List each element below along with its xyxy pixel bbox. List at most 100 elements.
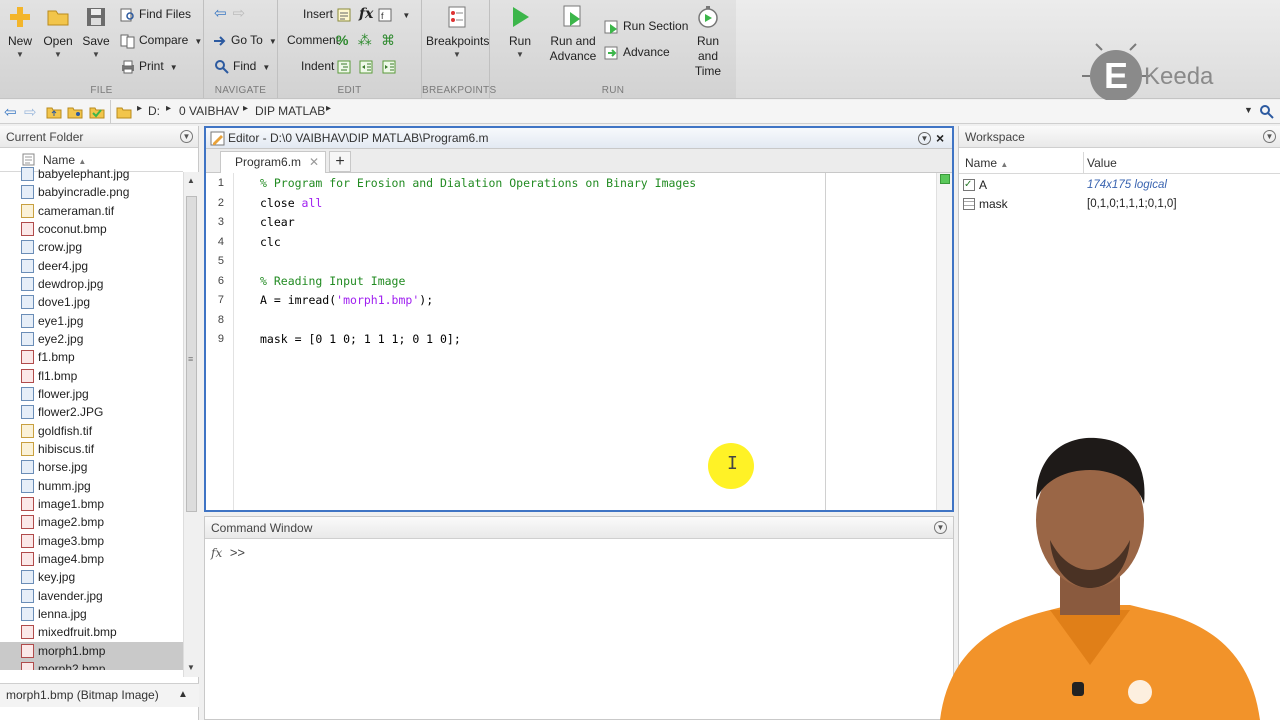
forward-arrow-icon[interactable]: ⇨ xyxy=(24,103,37,121)
scroll-down-icon[interactable]: ▼ xyxy=(187,663,195,672)
uncomment-icon[interactable]: ⁂ xyxy=(358,32,372,48)
comment-tools[interactable]: % ⁂ ⌘ xyxy=(336,30,395,50)
command-prompt[interactable]: fx >> xyxy=(211,545,245,560)
file-list-item[interactable]: eye1.jpg xyxy=(0,312,183,330)
file-list-item[interactable]: morph1.bmp xyxy=(0,641,183,660)
file-list-item[interactable]: mixedfruit.bmp xyxy=(0,623,183,641)
column-divider[interactable] xyxy=(1083,152,1084,174)
breadcrumb-drive[interactable]: D: xyxy=(148,104,160,118)
tab-program6[interactable]: Program6.m ✕ xyxy=(220,151,326,173)
function-icon[interactable]: fx xyxy=(359,6,373,22)
search-icon[interactable] xyxy=(1259,104,1275,120)
file-name: morph2.bmp xyxy=(38,661,106,670)
save-button[interactable]: Save ▼ xyxy=(80,4,112,59)
file-list-item[interactable]: humm.jpg xyxy=(0,477,183,495)
percent-icon[interactable]: % xyxy=(336,32,348,48)
code-line[interactable]: 3 clear xyxy=(206,213,816,233)
file-list-item[interactable]: crow.jpg xyxy=(0,238,183,256)
code-area[interactable]: 1 % Program for Erosion and Dialation Ope… xyxy=(206,173,952,510)
file-list-scrollbar[interactable]: ▲ ≡ ▼ xyxy=(183,172,199,677)
increase-indent-icon[interactable] xyxy=(358,59,374,75)
browse-folder-icon[interactable] xyxy=(67,104,83,120)
indent-tools[interactable] xyxy=(336,56,400,76)
file-list-item[interactable]: deer4.jpg xyxy=(0,257,183,275)
comment-button[interactable]: Comment xyxy=(287,30,339,50)
file-list-item[interactable]: cameraman.tif xyxy=(0,202,183,220)
decrease-indent-icon[interactable] xyxy=(381,59,397,75)
insert-function-icon[interactable]: f xyxy=(377,7,393,23)
command-window[interactable]: Command Window ▼ fx >> xyxy=(204,516,954,720)
file-list-item[interactable]: key.jpg xyxy=(0,568,183,586)
search-folder-icon[interactable] xyxy=(89,104,105,120)
scroll-up-icon[interactable]: ▲ xyxy=(187,176,195,185)
insert-button[interactable]: Insert xyxy=(303,4,333,24)
file-list-item[interactable]: flower.jpg xyxy=(0,385,183,403)
file-list-item[interactable]: babyelephant.jpg xyxy=(0,165,183,183)
smart-indent-icon[interactable] xyxy=(336,59,352,75)
print-button[interactable]: Print ▼ xyxy=(120,56,178,76)
go-to-button[interactable]: Go To ▼ xyxy=(212,30,277,50)
close-icon[interactable]: × xyxy=(936,128,944,149)
code-line[interactable]: 7 A = imread('morph1.bmp'); xyxy=(206,291,816,311)
code-line[interactable]: 5 xyxy=(206,252,816,272)
file-list-item[interactable]: fl1.bmp xyxy=(0,367,183,385)
code-line[interactable]: 1 % Program for Erosion and Dialation Ope… xyxy=(206,174,816,194)
file-list-item[interactable]: dewdrop.jpg xyxy=(0,275,183,293)
panel-menu-icon[interactable]: ▼ xyxy=(918,132,931,145)
code-line[interactable]: 6 % Reading Input Image xyxy=(206,272,816,292)
breadcrumb-folder-2[interactable]: DIP MATLAB xyxy=(255,104,325,118)
run-and-time-button[interactable]: Run and Time xyxy=(686,4,730,79)
file-list-item[interactable]: image1.bmp xyxy=(0,495,183,513)
line-number: 3 xyxy=(217,216,224,228)
open-button[interactable]: Open ▼ xyxy=(42,4,74,59)
code-line[interactable]: 9 mask = [0 1 0; 1 1 1; 0 1 0]; xyxy=(206,330,816,350)
file-list-item[interactable]: lavender.jpg xyxy=(0,587,183,605)
find-button[interactable]: Find ▼ xyxy=(214,56,270,76)
run-section-button[interactable]: Run Section xyxy=(604,16,688,36)
up-folder-icon[interactable] xyxy=(46,104,62,120)
breakpoints-button[interactable]: Breakpoints ▼ xyxy=(426,4,489,59)
file-list-item[interactable]: babyincradle.png xyxy=(0,183,183,201)
file-list-item[interactable]: morph2.bmp xyxy=(0,659,183,670)
function-browser-icon[interactable]: fx xyxy=(211,546,222,560)
file-list-item[interactable]: image2.bmp xyxy=(0,513,183,531)
value-column-header[interactable]: Value xyxy=(1087,156,1117,170)
file-list-item[interactable]: dove1.jpg xyxy=(0,293,183,311)
wrap-comment-icon[interactable]: ⌘ xyxy=(381,32,395,48)
close-tab-icon[interactable]: ✕ xyxy=(309,152,319,172)
run-and-advance-button[interactable]: Run and Advance xyxy=(548,4,598,64)
insert-tools[interactable]: fx f ▼ xyxy=(336,4,410,24)
chevron-down-icon[interactable]: ▼ xyxy=(402,11,410,20)
file-list-item[interactable]: coconut.bmp xyxy=(0,220,183,238)
code-line[interactable]: 8 xyxy=(206,311,816,331)
new-button[interactable]: New ▼ xyxy=(4,4,36,59)
file-list-item[interactable]: eye2.jpg xyxy=(0,330,183,348)
file-list-item[interactable]: hibiscus.tif xyxy=(0,440,183,458)
code-line[interactable]: 2 close all xyxy=(206,194,816,214)
file-list-item[interactable]: horse.jpg xyxy=(0,458,183,476)
compare-button[interactable]: Compare ▼ xyxy=(120,30,202,50)
name-column-header[interactable]: Name ▲ xyxy=(965,156,1008,170)
indent-button[interactable]: Indent xyxy=(301,56,334,76)
back-arrow-icon[interactable]: ⇦ xyxy=(4,103,17,121)
find-files-button[interactable]: Find Files xyxy=(120,4,191,24)
panel-menu-icon[interactable]: ▼ xyxy=(180,130,193,143)
file-list-item[interactable]: f1.bmp xyxy=(0,348,183,366)
back-button[interactable]: ⇦ ⇨ xyxy=(214,4,245,24)
advance-button[interactable]: Advance xyxy=(604,42,670,62)
panel-menu-icon[interactable]: ▼ xyxy=(1263,130,1276,143)
file-list-item[interactable]: flower2.JPG xyxy=(0,403,183,421)
chevron-down-icon[interactable]: ▼ xyxy=(1244,105,1253,115)
run-button[interactable]: Run ▼ xyxy=(502,4,538,59)
file-list-item[interactable]: lenna.jpg xyxy=(0,605,183,623)
workspace-variable-row[interactable]: mask [0,1,0;1,1,1;0,1,0] xyxy=(959,195,1280,214)
file-list-item[interactable]: image3.bmp xyxy=(0,532,183,550)
workspace-variable-row[interactable]: ✓ A 174x175 logical xyxy=(959,176,1280,195)
new-tab-button[interactable]: + xyxy=(329,151,351,172)
file-list-item[interactable]: image4.bmp xyxy=(0,550,183,568)
code-analyzer-ok-icon[interactable] xyxy=(940,174,950,184)
chevron-up-icon[interactable]: ▲ xyxy=(178,684,188,706)
breadcrumb-folder-1[interactable]: 0 VAIBHAV xyxy=(179,104,239,118)
code-line[interactable]: 4 clc xyxy=(206,233,816,253)
file-list-item[interactable]: goldfish.tif xyxy=(0,422,183,440)
